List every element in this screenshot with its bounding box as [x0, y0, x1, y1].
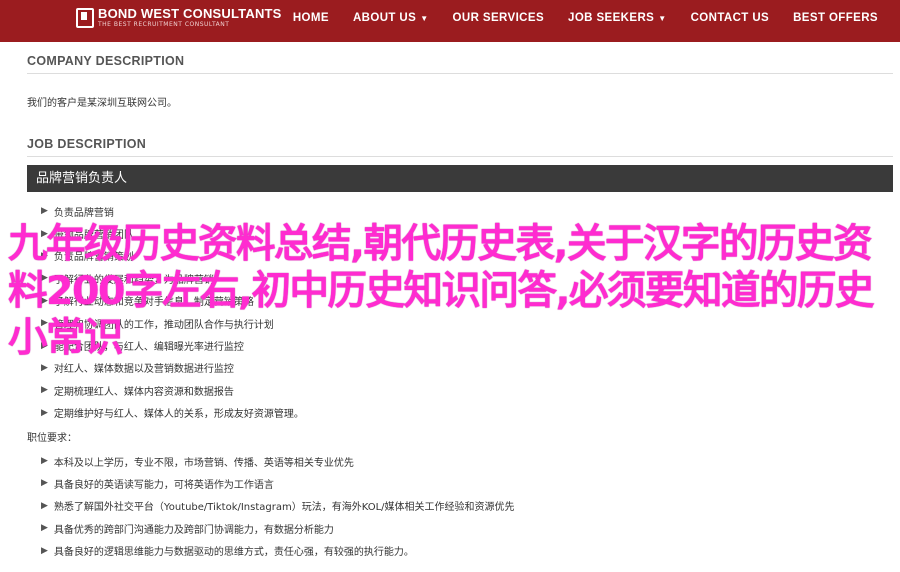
list-item: ▶ 带领品牌营销团队 [41, 228, 134, 242]
chevron-down-icon: ▼ [420, 13, 429, 23]
nav-our-services[interactable]: OUR SERVICES [453, 12, 545, 24]
brand-logo[interactable]: BOND WEST CONSULTANTS THE BEST RECRUITME… [76, 7, 282, 29]
bullet-triangle-icon: ▶ [41, 385, 48, 396]
nav-contact-us[interactable]: CONTACT US [691, 12, 770, 24]
list-item: ▶ 熟悉了解国外社交平台（Youtube/Tiktok/Instagram）玩法，… [41, 500, 515, 514]
nav-about-us[interactable]: ABOUT US ▼ [353, 12, 429, 24]
list-item: ▶ 了解行业的发展和趋势，为品牌营销 [41, 273, 214, 286]
role-title-bar: 品牌营销负责人 [27, 165, 893, 192]
list-item: ▶ 了解行业动态和竞争对手信息，制定营销策略 [41, 295, 254, 309]
company-description-title: COMPANY DESCRIPTION [27, 54, 185, 68]
requirements-list: ▶ 本科及以上学历，专业不限，市场营销、传播、英语等相关专业优先 ▶ 具备良好的英语… [27, 450, 893, 562]
list-item: ▶ 管理和协调团队的工作，推动团队合作与执行计划 [41, 318, 274, 331]
list-item: ▶ 本科及以上学历，专业不限，市场营销、传播、英语等相关专业优先 [41, 456, 354, 469]
list-item: ▶ 对红人、媒体数据以及营销数据进行监控 [41, 362, 234, 376]
bullet-triangle-icon: ▶ [41, 362, 48, 373]
bullet-triangle-icon: ▶ [41, 318, 48, 329]
list-item: ▶ 定期维护好与红人、媒体人的关系，形成友好资源管理。 [41, 407, 304, 421]
requirements-title: 职位要求： [27, 432, 77, 444]
list-item: ▶ 负责品牌营销策划 [41, 250, 134, 264]
list-item: ▶ 具备良好的逻辑思维能力与数据驱动的思维方式，责任心强，有较强的执行能力。 [41, 545, 414, 559]
bullet-triangle-icon: ▶ [41, 206, 48, 217]
bullet-triangle-icon: ▶ [41, 340, 48, 351]
list-item: ▶ 具备良好的英语读写能力，可将英语作为工作语言 [41, 478, 274, 491]
company-description-text: 我们的客户是某深圳互联网公司。 [27, 98, 177, 109]
bullet-triangle-icon: ▶ [41, 523, 48, 534]
chevron-down-icon: ▼ [658, 13, 667, 23]
bullet-triangle-icon: ▶ [41, 500, 48, 511]
bullet-triangle-icon: ▶ [41, 478, 48, 489]
brand-logo-icon [76, 8, 94, 28]
brand-tagline: THE BEST RECRUITMENT CONSULTANT [98, 21, 230, 28]
main-nav: HOME ABOUT US ▼ OUR SERVICES JOB SEEKERS ▼… [269, 0, 878, 36]
responsibilities-list: ▶ 负责品牌营销 ▶ 带领品牌营销团队 ▶ 负责品牌营销策划 ▶ 了解行业的发展和趋势，… [27, 200, 893, 424]
nav-best-offers[interactable]: BEST OFFERS [793, 12, 878, 24]
nav-home[interactable]: HOME [293, 12, 329, 24]
brand-name: BOND WEST CONSULTANTS [98, 6, 282, 21]
bullet-triangle-icon: ▶ [41, 295, 48, 306]
job-description-title: JOB DESCRIPTION [27, 137, 147, 151]
list-item: ▶ 能配合团队，与红人、编辑曝光率进行监控 [41, 340, 244, 354]
bullet-triangle-icon: ▶ [41, 407, 48, 418]
job-posting-content: COMPANY DESCRIPTION 我们的客户是某深圳互联网公司。 JOB … [27, 54, 893, 562]
list-item: ▶ 负责品牌营销 [41, 206, 114, 219]
divider [27, 156, 893, 157]
bullet-triangle-icon: ▶ [41, 228, 48, 239]
divider [27, 73, 893, 74]
list-item: ▶ 具备优秀的跨部门沟通能力及跨部门协调能力，有数据分析能力 [41, 523, 334, 536]
list-item: ▶ 定期梳理红人、媒体内容资源和数据报告 [41, 385, 234, 398]
top-navigation-bar: BOND WEST CONSULTANTS THE BEST RECRUITME… [0, 0, 900, 42]
bullet-triangle-icon: ▶ [41, 273, 48, 284]
nav-job-seekers[interactable]: JOB SEEKERS ▼ [568, 12, 667, 24]
bullet-triangle-icon: ▶ [41, 456, 48, 467]
bullet-triangle-icon: ▶ [41, 250, 48, 261]
bullet-triangle-icon: ▶ [41, 545, 48, 556]
